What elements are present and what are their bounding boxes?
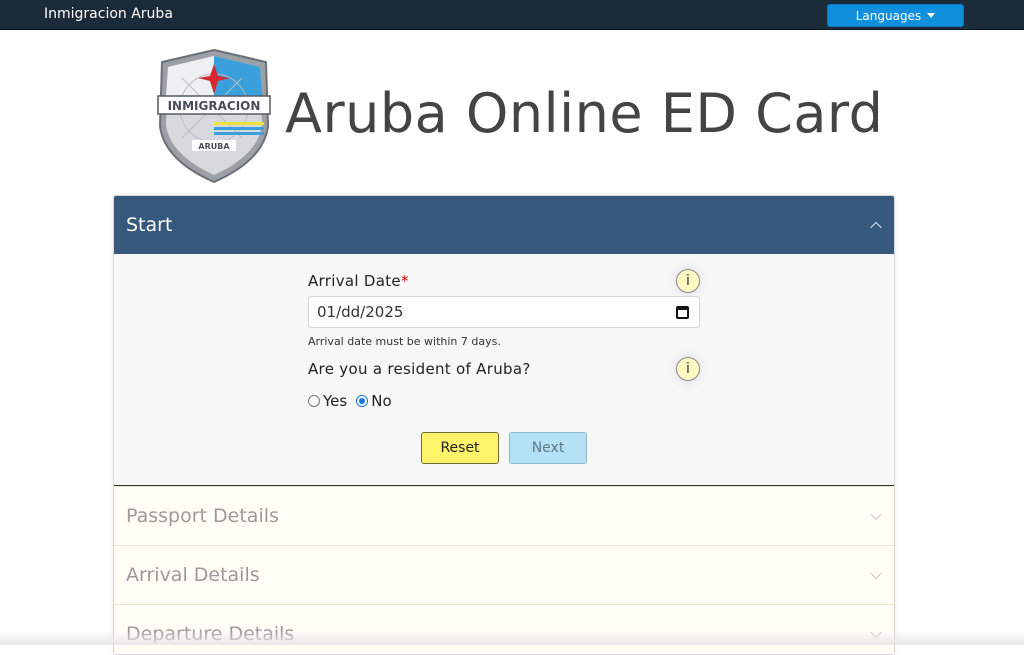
section-header-passport[interactable]: Passport Details <box>114 486 894 545</box>
resident-no-radio[interactable] <box>356 395 369 407</box>
resident-yes-radio[interactable] <box>308 395 320 407</box>
resident-radio-group: Yes No <box>308 392 401 410</box>
chevron-down-icon <box>870 567 882 580</box>
resident-yes-label[interactable]: Yes <box>323 392 347 410</box>
required-marker: * <box>400 272 409 290</box>
resident-no-label[interactable]: No <box>371 392 391 410</box>
chevron-up-icon <box>870 221 882 234</box>
arrival-date-info-icon[interactable]: i <box>676 269 700 293</box>
reset-button[interactable]: Reset <box>421 432 499 464</box>
arrival-date-helper-text: Arrival date must be within 7 days. <box>308 335 501 348</box>
resident-question-label: Are you a resident of Aruba? <box>308 360 531 378</box>
arrival-date-value: 01/dd/2025 <box>317 303 404 321</box>
arrival-date-label-text: Arrival Date <box>308 272 401 290</box>
caret-down-icon <box>927 13 936 18</box>
ed-card-accordion: Start Arrival Date* i 01/dd/2025 Arrival… <box>113 195 895 655</box>
arrival-date-label: Arrival Date* <box>308 272 409 290</box>
immigration-shield-logo: INMIGRACION ARUBA <box>157 48 271 184</box>
page-header: INMIGRACION ARUBA Aruba Online ED Card <box>152 48 883 188</box>
section-title-arrival: Arrival Details <box>126 564 260 586</box>
languages-button-label: Languages <box>855 8 922 23</box>
logo-text: INMIGRACION <box>168 99 261 113</box>
section-header-start[interactable]: Start <box>114 196 894 254</box>
calendar-icon[interactable] <box>676 306 689 319</box>
top-navbar: Inmigracion Aruba Languages <box>0 0 1024 30</box>
arrival-date-input[interactable]: 01/dd/2025 <box>308 296 700 328</box>
next-button[interactable]: Next <box>509 432 587 464</box>
page-title: Aruba Online ED Card <box>285 82 884 145</box>
bottom-scroll-fade <box>0 630 1024 645</box>
chevron-down-icon <box>870 508 882 521</box>
start-section-body: Arrival Date* i 01/dd/2025 Arrival date … <box>114 254 894 486</box>
brand-link[interactable]: Inmigracion Aruba <box>44 6 173 22</box>
section-title-start: Start <box>126 214 173 236</box>
section-title-passport: Passport Details <box>126 505 279 527</box>
logo-subtext: ARUBA <box>198 142 230 151</box>
languages-dropdown-button[interactable]: Languages <box>827 4 964 27</box>
section-header-arrival[interactable]: Arrival Details <box>114 545 894 604</box>
resident-info-icon[interactable]: i <box>676 357 700 381</box>
